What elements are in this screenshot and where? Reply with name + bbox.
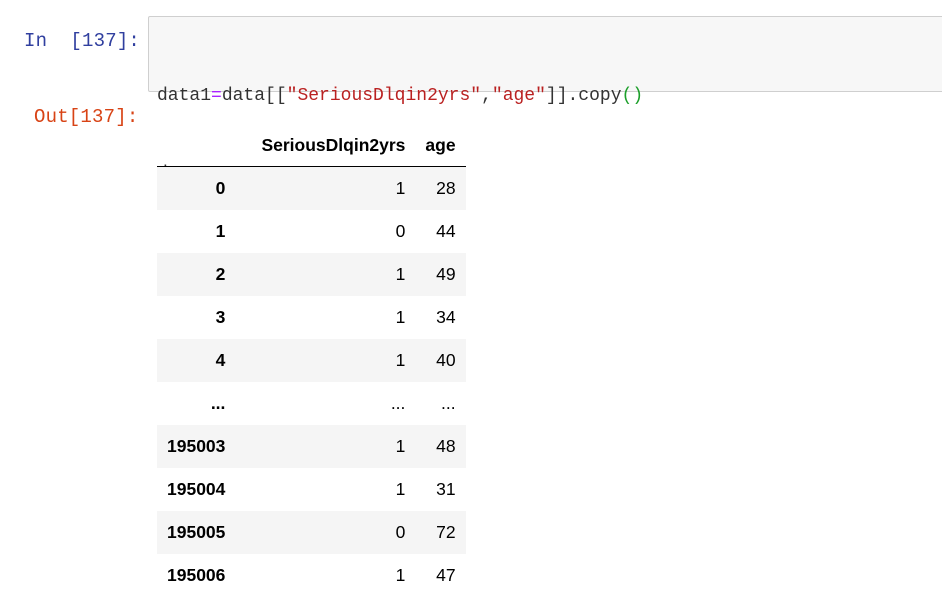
row-index: 1 (215, 221, 226, 241)
table-cell: 1 (395, 350, 406, 370)
output-prompt: Out[137]: (34, 106, 139, 128)
code-operator: = (211, 86, 222, 106)
table-cell: 0 (395, 522, 406, 542)
code-parens: () (621, 86, 644, 106)
table-cell: 0 (395, 221, 406, 241)
table-cell: 1 (395, 178, 406, 198)
code-comma: , (481, 86, 492, 106)
table-cell: 40 (436, 350, 456, 370)
row-index: 195004 (167, 479, 226, 499)
table-row: 2 1 49 (157, 253, 466, 296)
table-header-row: SeriousDlqin2yrs age (157, 124, 466, 167)
row-index: 195006 (167, 565, 226, 585)
table-row: 0 1 28 (157, 166, 466, 210)
code-string-1: "SeriousDlqin2yrs" (286, 86, 482, 106)
table-cell: 1 (395, 307, 406, 327)
table-cell: ... (440, 393, 456, 413)
table-cell: 44 (436, 221, 456, 241)
table-row: 195003 1 48 (157, 425, 466, 468)
code-object: data[[ (221, 86, 287, 106)
row-index: 3 (215, 307, 226, 327)
table-row: 195004 1 31 (157, 468, 466, 511)
table-row: 1 0 44 (157, 210, 466, 253)
index-header (157, 124, 236, 167)
table-cell: 28 (436, 178, 456, 198)
column-header-age: age (415, 124, 466, 167)
input-prompt: In [137]: (24, 30, 141, 52)
row-index: 195003 (167, 436, 226, 456)
table-cell: 1 (395, 565, 406, 585)
code-line-1: data1=data[["SeriousDlqin2yrs","age"]].c… (157, 83, 643, 109)
row-index: 0 (215, 178, 226, 198)
row-index: ... (210, 393, 226, 413)
column-header-seriousdlqin2yrs: SeriousDlqin2yrs (235, 124, 416, 167)
table-cell: 34 (436, 307, 456, 327)
code-cell[interactable]: data1=data[["SeriousDlqin2yrs","age"]].c… (148, 16, 942, 184)
table-cell: 48 (436, 436, 456, 456)
code-string-2: "age" (491, 86, 546, 106)
row-index: 4 (215, 350, 226, 370)
table-cell: 1 (395, 436, 406, 456)
code-var: data1 (157, 86, 212, 106)
code-method: ]].copy (545, 86, 622, 106)
table-row: 195006 1 47 (157, 554, 466, 597)
table-row: 3 1 34 (157, 296, 466, 339)
table-cell: ... (390, 393, 406, 413)
table-row-ellipsis: ... ... ... (157, 382, 466, 425)
table-cell: 49 (436, 264, 456, 284)
row-index: 2 (215, 264, 226, 284)
table-cell: 72 (436, 522, 456, 542)
table-row: 4 1 40 (157, 339, 466, 382)
table-cell: 31 (436, 479, 456, 499)
table-cell: 47 (436, 565, 456, 585)
dataframe-table: SeriousDlqin2yrs age 0 1 28 1 0 44 2 1 4… (157, 124, 466, 597)
table-cell: 1 (395, 264, 406, 284)
table-row: 195005 0 72 (157, 511, 466, 554)
table-cell: 1 (395, 479, 406, 499)
row-index: 195005 (167, 522, 226, 542)
